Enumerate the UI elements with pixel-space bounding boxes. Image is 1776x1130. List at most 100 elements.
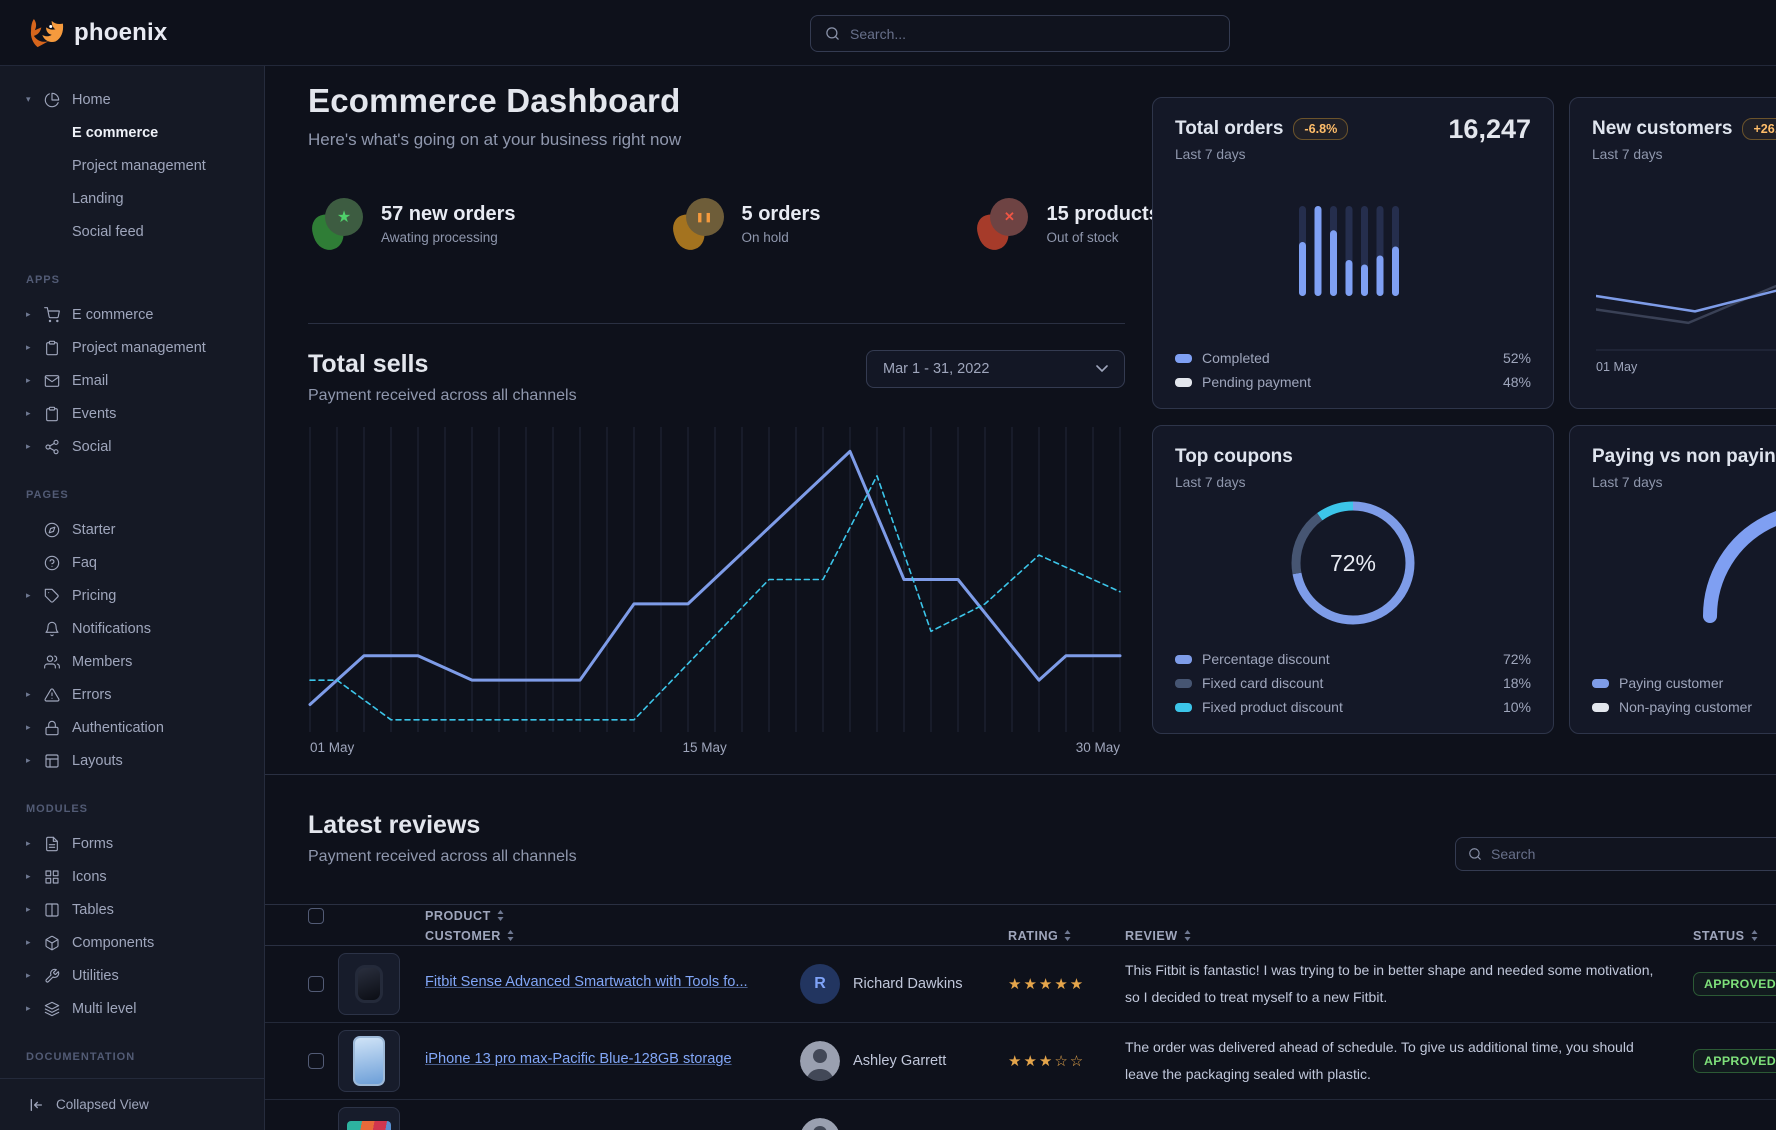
sidebar-item-pricing[interactable]: ▸Pricing	[0, 579, 264, 612]
sidebar-item-layouts[interactable]: ▸Layouts	[0, 744, 264, 777]
sidebar-item-icons[interactable]: ▸Icons	[0, 860, 264, 893]
latest-reviews-section: Latest reviews Payment received across a…	[265, 774, 1776, 775]
sidebar-item-label: Layouts	[72, 753, 123, 769]
column-header-customer[interactable]: CUSTOMER	[425, 929, 800, 943]
legend-item: Fixed card discount18%	[1175, 675, 1531, 691]
sidebar-item-label: Starter	[72, 522, 116, 538]
sidebar-item-email[interactable]: ▸Email	[0, 364, 264, 397]
card-period: Last 7 days	[1175, 147, 1531, 162]
caret-right-icon: ▸	[26, 1003, 44, 1014]
sidebar-section-label: MODULES	[0, 792, 264, 825]
sidebar-item-faq[interactable]: Faq	[0, 546, 264, 579]
sidebar-item-label: Utilities	[72, 968, 119, 984]
global-search-input[interactable]	[850, 26, 1215, 42]
legend-swatch	[1175, 378, 1192, 387]
orders-bar-chart	[1297, 206, 1409, 298]
reviews-search[interactable]	[1455, 837, 1776, 871]
page-header: Ecommerce Dashboard Here's what's going …	[308, 82, 681, 150]
page-title: Ecommerce Dashboard	[308, 82, 681, 120]
sidebar-item-label: Project management	[72, 158, 206, 174]
brand-name: phoenix	[74, 19, 167, 47]
sidebar-item-members[interactable]: Members	[0, 645, 264, 678]
status-badge: APPROVED	[1693, 1049, 1776, 1073]
column-header-rating[interactable]: RATING	[1008, 929, 1125, 943]
sidebar-item-home[interactable]: ▾Home	[0, 83, 264, 116]
sidebar-item-label: Faq	[72, 555, 97, 571]
stat-out-of-stock: ✕ 15 products Out of stock	[978, 198, 1159, 250]
sidebar-item-label: Icons	[72, 869, 107, 885]
sidebar-item-authentication[interactable]: ▸ Authentication	[0, 711, 264, 744]
row-checkbox[interactable]	[308, 976, 324, 992]
alert-triangle-icon	[44, 687, 72, 703]
column-header-review[interactable]: REVIEW	[1125, 929, 1693, 943]
coupons-donut-chart: 72%	[1286, 496, 1420, 630]
axis-label: 01 May	[1596, 360, 1637, 374]
sidebar-item-label: Social feed	[72, 224, 144, 240]
date-range-select[interactable]: Mar 1 - 31, 2022	[866, 350, 1125, 388]
avatar	[800, 1118, 840, 1130]
avatar	[800, 1041, 840, 1081]
global-search[interactable]	[810, 15, 1230, 52]
select-all-checkbox[interactable]	[308, 908, 324, 924]
sidebar-item-utilities[interactable]: ▸Utilities	[0, 959, 264, 992]
stat-sub: Out of stock	[1046, 230, 1159, 245]
sidebar-item-label: Tables	[72, 902, 114, 918]
product-image	[355, 965, 383, 1003]
caret-right-icon: ▸	[26, 590, 44, 601]
review-table-row[interactable]: iPhone 13 pro max-Pacific Blue-128GB sto…	[265, 1023, 1776, 1100]
caret-right-icon: ▸	[26, 937, 44, 948]
legend-swatch	[1175, 655, 1192, 664]
reviews-search-input[interactable]	[1491, 846, 1776, 862]
brand-logo[interactable]: phoenix	[30, 18, 167, 48]
sidebar-item-errors[interactable]: ▸Errors	[0, 678, 264, 711]
review-table-row[interactable]: It's a Mac, after all. Once you've gone …	[265, 1100, 1776, 1130]
mail-icon	[44, 373, 72, 389]
caret-right-icon: ▸	[26, 722, 44, 733]
sidebar-item-e-commerce[interactable]: ▸E commerce	[0, 298, 264, 331]
legend-item: Paying customer	[1592, 675, 1776, 691]
sidebar-item-events[interactable]: ▸Events	[0, 397, 264, 430]
sidebar-item-tables[interactable]: ▸Tables	[0, 893, 264, 926]
card-period: Last 7 days	[1175, 475, 1531, 490]
row-checkbox[interactable]	[308, 1053, 324, 1069]
sidebar-item-forms[interactable]: ▸Forms	[0, 827, 264, 860]
legend-item: Non-paying customer	[1592, 699, 1776, 715]
sidebar-item-label: Email	[72, 373, 108, 389]
column-header-status[interactable]: STATUS	[1693, 929, 1776, 943]
package-icon	[44, 935, 72, 951]
sidebar-item-landing[interactable]: Landing	[0, 182, 264, 215]
on-hold-pause-icon: ❚❚	[674, 198, 724, 250]
paying-gauge-chart	[1685, 436, 1776, 636]
product-thumbnail-watch	[338, 953, 400, 1015]
sidebar-item-components[interactable]: ▸Components	[0, 926, 264, 959]
product-link[interactable]: Fitbit Sense Advanced Smartwatch with To…	[425, 974, 748, 990]
sidebar-section-label: APPS	[0, 263, 264, 296]
stat-value: 57 new orders	[381, 203, 516, 226]
sidebar-item-multi-level[interactable]: ▸Multi level	[0, 992, 264, 1025]
caret-down-icon: ▾	[26, 94, 44, 105]
legend-label: Pending payment	[1202, 374, 1311, 390]
sidebar-item-starter[interactable]: Starter	[0, 513, 264, 546]
product-link[interactable]: iPhone 13 pro max-Pacific Blue-128GB sto…	[425, 1051, 732, 1067]
total-sells-subtitle: Payment received across all channels	[308, 387, 577, 405]
legend-swatch	[1592, 679, 1609, 688]
legend-label: Completed	[1202, 350, 1270, 366]
phoenix-fox-icon	[30, 18, 64, 48]
collapsed-view-toggle[interactable]: Collapsed View	[0, 1078, 265, 1130]
reviews-title: Latest reviews	[308, 811, 577, 840]
cart-icon	[44, 307, 72, 323]
column-header-product[interactable]: PRODUCT	[425, 909, 800, 923]
sidebar-item-project-management[interactable]: Project management	[0, 149, 264, 182]
paying-vs-nonpaying-card: Paying vs non paying Last 7 days Paying …	[1569, 425, 1776, 734]
sidebar-item-social[interactable]: ▸Social	[0, 430, 264, 463]
date-range-value: Mar 1 - 31, 2022	[883, 361, 989, 377]
sidebar-item-social-feed[interactable]: Social feed	[0, 215, 264, 248]
total-sells-chart	[308, 427, 1122, 732]
review-table-row[interactable]: Fitbit Sense Advanced Smartwatch with To…	[265, 946, 1776, 1023]
sort-icon	[1064, 930, 1071, 941]
sidebar-item-label: Authentication	[72, 720, 164, 736]
sidebar-item-notifications[interactable]: Notifications	[0, 612, 264, 645]
sidebar-item-e-commerce[interactable]: E commerce	[0, 116, 264, 149]
sort-icon	[507, 930, 514, 941]
sidebar-item-project-management[interactable]: ▸Project management	[0, 331, 264, 364]
